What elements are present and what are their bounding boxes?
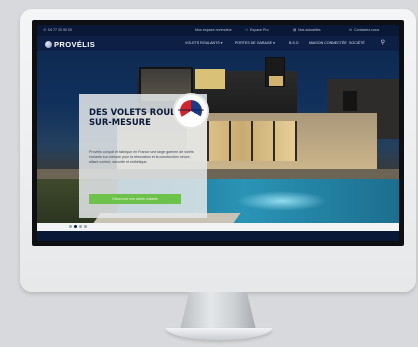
util-label: Espace Pro	[250, 28, 269, 32]
monitor-stand-base	[166, 328, 272, 340]
slider-dot[interactable]	[84, 225, 87, 228]
nav-portes-de-garage[interactable]: PORTES DE GARAGE ▾	[235, 41, 275, 45]
origine-france-badge: ORIGINE FRANCE	[173, 93, 209, 129]
house-window	[343, 91, 357, 111]
slider-dot[interactable]	[69, 225, 72, 228]
nav-societe[interactable]: SOCIÉTÉ	[349, 41, 365, 45]
slider-dots	[69, 225, 87, 228]
util-link-actualites[interactable]: ▤ Nos actualités	[293, 28, 321, 32]
website-screen: ✆ 04 77 20 90 00 Mon espace revendeur ⚇ E…	[37, 25, 399, 241]
hero-cta-button[interactable]: Découvrez nos volets roulants	[89, 194, 181, 204]
slider-dot-active[interactable]	[74, 225, 77, 228]
nav-volets-roulants[interactable]: VOLETS ROULANTS ▾	[185, 41, 223, 45]
util-link-pro[interactable]: ⚇ Espace Pro	[245, 28, 269, 32]
main-nav: PROVÉLIS VOLETS ROULANTS ▾ PORTES DE GAR…	[37, 36, 399, 52]
nav-maison-connectee[interactable]: MAISON CONNECTÉE	[309, 41, 347, 45]
phone-icon: ✆	[43, 28, 47, 32]
hero-slider: DES VOLETS ROULANTS SUR-MESURE Provelis …	[37, 51, 399, 223]
logo-text: PROVÉLIS	[54, 40, 96, 49]
monitor: ✆ 04 77 20 90 00 Mon espace revendeur ⚇ E…	[20, 9, 416, 292]
badge-label: ORIGINE FRANCE	[178, 108, 205, 112]
screen-bezel: ✆ 04 77 20 90 00 Mon espace revendeur ⚇ E…	[32, 20, 404, 246]
pool-light	[237, 191, 327, 211]
phone-link[interactable]: ✆ 04 77 20 90 00	[43, 28, 72, 32]
monitor-stand-neck	[180, 292, 256, 330]
util-link-contact[interactable]: ✉ Contactez-nous	[349, 28, 379, 32]
util-label: Contactez-nous	[354, 28, 380, 32]
house-window-lit	[269, 76, 283, 86]
logo[interactable]: PROVÉLIS	[45, 40, 95, 49]
slider-pagination-bar	[37, 223, 399, 231]
monitor-chin	[20, 246, 416, 292]
logo-icon	[45, 41, 52, 48]
util-label: Mon espace revendeur	[195, 28, 232, 32]
phone-number: 04 77 20 90 00	[48, 28, 72, 32]
hero-description: Provelis conçoit et fabrique en France u…	[89, 150, 194, 164]
util-link-revendeur[interactable]: Mon espace revendeur	[195, 28, 232, 32]
search-icon[interactable]: ⚲	[381, 39, 385, 46]
footer-bar	[37, 231, 399, 241]
util-label: Nos actualités	[298, 28, 321, 32]
house-window-lit	[195, 69, 225, 89]
slider-dot[interactable]	[79, 225, 82, 228]
nav-bso[interactable]: B.S.O	[289, 41, 299, 45]
utility-bar: ✆ 04 77 20 90 00 Mon espace revendeur ⚇ E…	[37, 25, 399, 36]
